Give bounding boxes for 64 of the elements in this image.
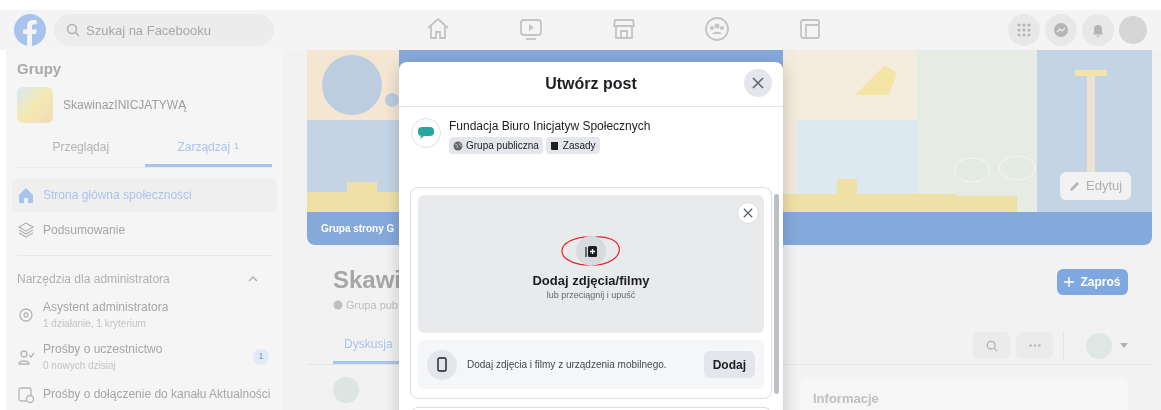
upload-area[interactable]: Dodaj zdjęcia/filmy lub przeciągnij i upuść xyxy=(418,195,764,333)
close-button[interactable] xyxy=(744,69,772,97)
close-icon xyxy=(743,208,753,218)
scrollbar[interactable] xyxy=(774,194,779,394)
book-icon xyxy=(549,140,560,151)
tab[interactable]: Przeglądaj xyxy=(17,130,145,167)
more-button[interactable] xyxy=(1016,332,1053,359)
upload-hint: lub przeciągnij i upuść xyxy=(546,289,636,301)
sidebar-title: Grupy xyxy=(16,59,63,79)
admin-tool-item[interactable]: Prośby o uczestnictwo xyxy=(43,341,245,357)
home-icon xyxy=(17,185,35,204)
groups-icon[interactable] xyxy=(703,16,730,42)
edit-cover-button[interactable]: Edytuj xyxy=(1060,172,1132,200)
add-button[interactable]: Dodaj xyxy=(703,351,755,378)
chevron-icon[interactable] xyxy=(248,275,258,282)
close-icon xyxy=(752,77,764,89)
search-icon xyxy=(985,339,998,352)
upload-title: Dodaj zdjęcia/filmy xyxy=(532,273,650,289)
caret-icon[interactable] xyxy=(1120,343,1128,348)
invite-button[interactable]: Zaproś xyxy=(1057,269,1128,295)
mobile-upload-text: Dodaj zdjęcia i filmy z urządzenia mobilnego. xyxy=(467,358,667,372)
messenger-icon xyxy=(1053,22,1069,38)
remove-button[interactable] xyxy=(737,202,759,224)
messenger-button[interactable] xyxy=(1045,14,1077,46)
group-title: Skawi xyxy=(333,265,402,295)
feed-icon xyxy=(17,385,35,404)
author-name: Fundacja Biuro Inicjatyw Społecznych xyxy=(449,118,651,134)
page-avatar[interactable] xyxy=(411,118,441,148)
notifications-button[interactable] xyxy=(1082,14,1114,46)
search-button[interactable] xyxy=(973,332,1010,359)
globe-icon xyxy=(453,140,463,151)
layers-icon xyxy=(17,220,35,239)
dialog-title: Utwórz post xyxy=(545,74,637,94)
admin-tool-item[interactable]: Asystent administratora xyxy=(43,299,272,315)
rules-badge[interactable]: Zasady xyxy=(545,137,600,154)
admin-tool-item[interactable]: Prośby o dołączenie do kanału Aktualności xyxy=(43,387,272,402)
bell-icon xyxy=(1091,23,1105,37)
logo-icon xyxy=(418,127,434,139)
pencil-icon xyxy=(1069,180,1081,192)
video-icon[interactable] xyxy=(517,16,544,42)
search-field[interactable]: Szukaj na Facebooku xyxy=(54,14,274,46)
tab[interactable]: Zarządzaj 1 xyxy=(144,130,272,167)
grid-icon xyxy=(1017,23,1031,37)
avatar[interactable] xyxy=(1119,16,1147,44)
search-icon xyxy=(66,23,80,37)
more-icon xyxy=(1028,344,1041,347)
globe-icon xyxy=(333,300,343,311)
group-thumbnail[interactable] xyxy=(17,86,53,123)
cover-caption: Grupa strony G xyxy=(321,222,396,236)
person-check-icon xyxy=(17,347,35,366)
section-title: Narzędzia dla administratora xyxy=(17,270,170,288)
store-icon[interactable] xyxy=(610,16,637,42)
privacy-badge[interactable]: Grupa publiczna xyxy=(449,137,543,154)
count-badge: 1 xyxy=(253,348,269,365)
menu-button[interactable] xyxy=(1008,14,1040,46)
logo-icon[interactable] xyxy=(14,14,46,46)
phone-icon xyxy=(427,349,457,380)
sidebar-item[interactable]: Podsumowanie xyxy=(12,212,277,247)
plus-icon xyxy=(1064,277,1075,287)
add-photo-icon xyxy=(576,236,606,266)
circle-annotation xyxy=(560,233,622,269)
sidebar-item[interactable]: Strona główna społeczności xyxy=(12,177,277,212)
gear-icon xyxy=(17,305,35,324)
group-name[interactable]: SkawinazINICJATYWĄ xyxy=(63,95,187,114)
